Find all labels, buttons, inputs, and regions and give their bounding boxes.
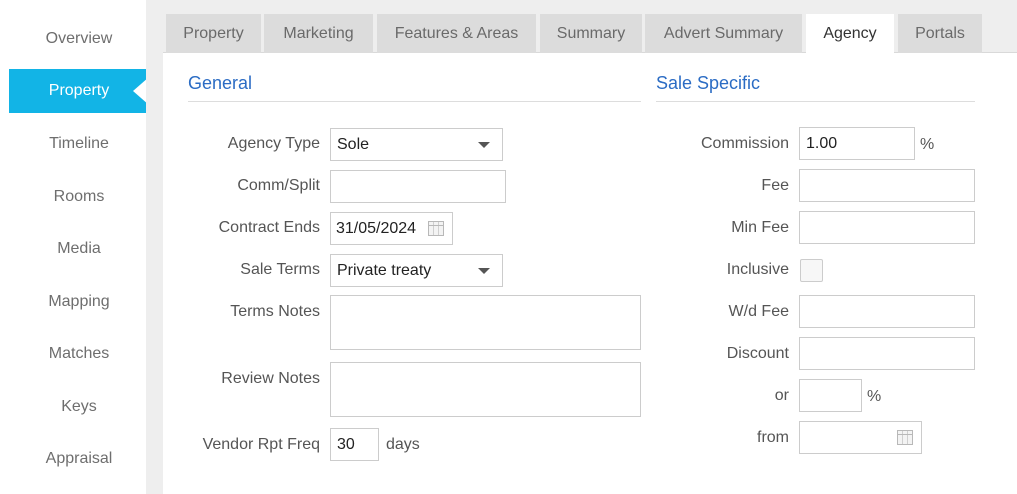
sale-terms-select[interactable]: Private treaty — [330, 254, 503, 287]
terms-notes-textarea[interactable] — [330, 295, 641, 350]
sale-terms-value: Private treaty — [337, 262, 432, 279]
inclusive-label: Inclusive — [726, 261, 789, 278]
from-date-input[interactable] — [799, 421, 922, 454]
chevron-down-icon — [478, 268, 490, 274]
from-label: from — [757, 429, 789, 446]
sidebar-divider — [146, 0, 163, 494]
discount-input[interactable] — [799, 337, 975, 370]
vendor-rpt-freq-input[interactable] — [330, 428, 379, 461]
agency-type-select[interactable]: Sole — [330, 128, 503, 161]
tab-agency[interactable]: Agency — [806, 14, 894, 54]
agency-type-value: Sole — [337, 136, 370, 153]
sidebar-item-label: Property — [48, 82, 110, 99]
tab-property[interactable]: Property — [166, 14, 261, 53]
terms-notes-label: Terms Notes — [230, 303, 320, 320]
agency-type-label: Agency Type — [227, 135, 320, 152]
commission-input[interactable] — [799, 127, 915, 160]
sidebar-item-media[interactable]: Media — [9, 227, 149, 271]
chevron-down-icon — [478, 142, 490, 148]
min-fee-label: Min Fee — [731, 219, 789, 236]
discount-percent-input[interactable] — [799, 379, 862, 412]
fee-input[interactable] — [799, 169, 975, 202]
calendar-icon[interactable] — [897, 430, 913, 445]
sidebar-item-overview[interactable]: Overview — [9, 17, 149, 61]
commission-percent-unit: % — [920, 136, 935, 153]
sale-terms-label: Sale Terms — [240, 261, 320, 278]
discount-percent-unit: % — [867, 388, 882, 405]
sidebar-item-rooms[interactable]: Rooms — [9, 175, 149, 219]
sale-specific-section-rule — [656, 101, 975, 102]
sidebar-item-property[interactable]: Property — [9, 69, 149, 113]
wd-fee-input[interactable] — [799, 295, 975, 328]
sidebar-item-keys[interactable]: Keys — [9, 385, 149, 429]
tab-summary[interactable]: Summary — [540, 14, 642, 53]
tab-portals[interactable]: Portals — [898, 14, 982, 53]
contract-ends-date-input[interactable]: 31/05/2024 — [330, 212, 453, 245]
discount-label: Discount — [726, 345, 789, 362]
sidebar-item-appraisal[interactable]: Appraisal — [9, 437, 149, 481]
contract-ends-label: Contract Ends — [218, 219, 320, 236]
general-section-rule — [188, 101, 641, 102]
tab-advert-summary[interactable]: Advert Summary — [645, 14, 802, 53]
fee-label: Fee — [761, 177, 789, 194]
contract-ends-value: 31/05/2024 — [336, 220, 417, 237]
commission-label: Commission — [700, 135, 789, 152]
wd-fee-label: W/d Fee — [728, 303, 789, 320]
sidebar-item-mapping[interactable]: Mapping — [9, 280, 149, 324]
comm-split-label: Comm/Split — [237, 177, 320, 194]
tab-features-areas[interactable]: Features & Areas — [377, 14, 536, 53]
comm-split-input[interactable] — [330, 170, 506, 203]
sidebar-item-timeline[interactable]: Timeline — [9, 122, 149, 166]
sidebar-item-matches[interactable]: Matches — [9, 332, 149, 376]
inclusive-checkbox[interactable] — [800, 259, 823, 282]
min-fee-input[interactable] — [799, 211, 975, 244]
review-notes-textarea[interactable] — [330, 362, 641, 417]
sale-specific-section-title: Sale Specific — [656, 73, 761, 93]
general-section-title: General — [188, 73, 253, 93]
sidebar: Overview Property Timeline Rooms Media M… — [0, 0, 149, 494]
vendor-rpt-freq-unit: days — [386, 436, 420, 453]
tab-bar: Property Marketing Features & Areas Summ… — [163, 0, 1017, 54]
vendor-rpt-freq-label: Vendor Rpt Freq — [202, 436, 320, 453]
or-label: or — [774, 387, 789, 404]
calendar-icon[interactable] — [428, 221, 444, 236]
tab-marketing[interactable]: Marketing — [264, 14, 373, 53]
review-notes-label: Review Notes — [221, 370, 320, 387]
agency-panel: General Agency Type Sole Comm/Split Cont… — [163, 53, 1017, 494]
